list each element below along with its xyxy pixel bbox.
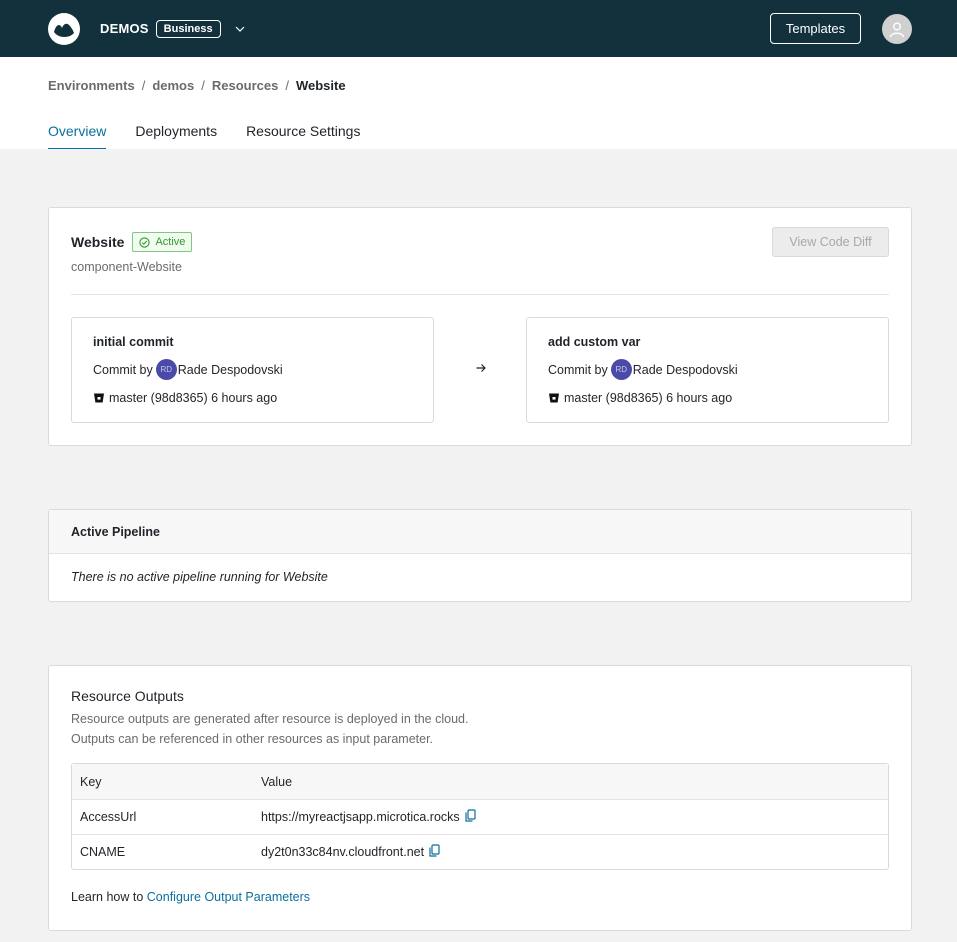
app-logo[interactable] bbox=[48, 12, 80, 45]
output-key: AccessUrl bbox=[80, 810, 137, 824]
breadcrumb-current: Website bbox=[295, 78, 346, 93]
page-header: Environments / demos / Resources / Websi… bbox=[0, 57, 957, 149]
resource-subtitle: component-Website bbox=[71, 260, 182, 274]
outputs-desc-line: Outputs can be referenced in other resou… bbox=[71, 732, 434, 746]
commit-message: add custom var bbox=[548, 335, 641, 349]
resource-title: Website bbox=[71, 234, 125, 250]
column-header-value: Value bbox=[261, 774, 293, 789]
tab-resource-settings[interactable]: Resource Settings bbox=[246, 123, 360, 149]
commit-author-row: Commit by RD Rade Despodovski bbox=[548, 359, 738, 380]
output-key: CNAME bbox=[80, 845, 126, 859]
tab-bar: Overview Deployments Resource Settings bbox=[48, 123, 389, 149]
pipeline-title: Active Pipeline bbox=[49, 510, 911, 554]
breadcrumb-demos[interactable]: demos bbox=[152, 78, 194, 93]
copy-icon[interactable] bbox=[429, 844, 440, 860]
commit-branch-row: master (98d8365) 6 hours ago bbox=[548, 391, 732, 405]
org-name[interactable]: DEMOS bbox=[100, 21, 149, 36]
output-value: https://myreactjsapp.microtica.rocks bbox=[261, 810, 460, 824]
bitbucket-icon bbox=[549, 393, 559, 403]
outputs-description: Resource outputs are generated after res… bbox=[71, 709, 468, 749]
status-label: Active bbox=[155, 236, 186, 248]
commit-by-label: Commit by bbox=[548, 362, 608, 377]
breadcrumb-separator: / bbox=[285, 78, 289, 93]
commit-author: Rade Despodovski bbox=[632, 362, 738, 377]
chevron-down-icon[interactable] bbox=[235, 26, 245, 32]
check-circle-icon bbox=[139, 236, 151, 248]
avatar: RD bbox=[155, 359, 177, 380]
outputs-title: Resource Outputs bbox=[71, 688, 184, 704]
avatar: RD bbox=[610, 359, 632, 380]
copy-icon[interactable] bbox=[465, 809, 476, 825]
commit-card-from: initial commit Commit by RD Rade Despodo… bbox=[71, 317, 434, 423]
table-row: AccessUrl https://myreactjsapp.microtica… bbox=[72, 799, 888, 834]
table-row: CNAME dy2t0n33c84nv.cloudfront.net bbox=[72, 834, 888, 869]
view-code-diff-button[interactable]: View Code Diff bbox=[772, 227, 889, 257]
templates-button[interactable]: Templates bbox=[770, 13, 861, 44]
logo-icon bbox=[54, 23, 74, 37]
breadcrumb-environments[interactable]: Environments bbox=[48, 78, 135, 93]
commit-by-label: Commit by bbox=[93, 362, 153, 377]
commit-author-row: Commit by RD Rade Despodovski bbox=[93, 359, 283, 380]
status-badge: Active bbox=[132, 232, 193, 252]
commit-branch-info: master (98d8365) 6 hours ago bbox=[109, 391, 278, 405]
resource-outputs-card: Resource Outputs Resource outputs are ge… bbox=[48, 665, 912, 931]
outputs-desc-line: Resource outputs are generated after res… bbox=[71, 712, 469, 726]
breadcrumb-separator: / bbox=[201, 78, 205, 93]
tab-deployments[interactable]: Deployments bbox=[135, 123, 217, 149]
learn-more-row: Learn how to Configure Output Parameters bbox=[71, 890, 310, 904]
commit-branch-info: master (98d8365) 6 hours ago bbox=[564, 391, 733, 405]
outputs-table: Key Value AccessUrl https://myreactjsapp… bbox=[71, 763, 889, 870]
arrow-right-icon bbox=[475, 362, 487, 377]
pipeline-empty-text: There is no active pipeline running for … bbox=[71, 570, 328, 584]
column-header-key: Key bbox=[80, 774, 102, 789]
commit-author: Rade Despodovski bbox=[177, 362, 283, 377]
commit-branch-row: master (98d8365) 6 hours ago bbox=[93, 391, 277, 405]
breadcrumb: Environments / demos / Resources / Websi… bbox=[48, 57, 957, 93]
resource-card: Website Active component-Website View Co… bbox=[48, 207, 912, 446]
table-header-row: Key Value bbox=[72, 764, 888, 799]
breadcrumb-resources[interactable]: Resources bbox=[212, 78, 278, 93]
learn-prefix: Learn how to bbox=[71, 890, 144, 904]
output-value: dy2t0n33c84nv.cloudfront.net bbox=[261, 845, 425, 859]
breadcrumb-separator: / bbox=[141, 78, 146, 93]
divider bbox=[71, 294, 889, 295]
tab-overview[interactable]: Overview bbox=[48, 123, 107, 149]
commit-card-to: add custom var Commit by RD Rade Despodo… bbox=[526, 317, 889, 423]
top-navbar: DEMOS Business Templates bbox=[0, 0, 957, 57]
commit-message: initial commit bbox=[93, 335, 174, 349]
active-pipeline-card: Active Pipeline There is no active pipel… bbox=[48, 509, 912, 602]
configure-output-parameters-link[interactable]: Configure Output Parameters bbox=[147, 890, 310, 904]
bitbucket-icon bbox=[94, 393, 104, 403]
user-icon bbox=[889, 22, 905, 37]
plan-badge: Business bbox=[155, 19, 221, 38]
user-avatar[interactable] bbox=[882, 13, 912, 44]
